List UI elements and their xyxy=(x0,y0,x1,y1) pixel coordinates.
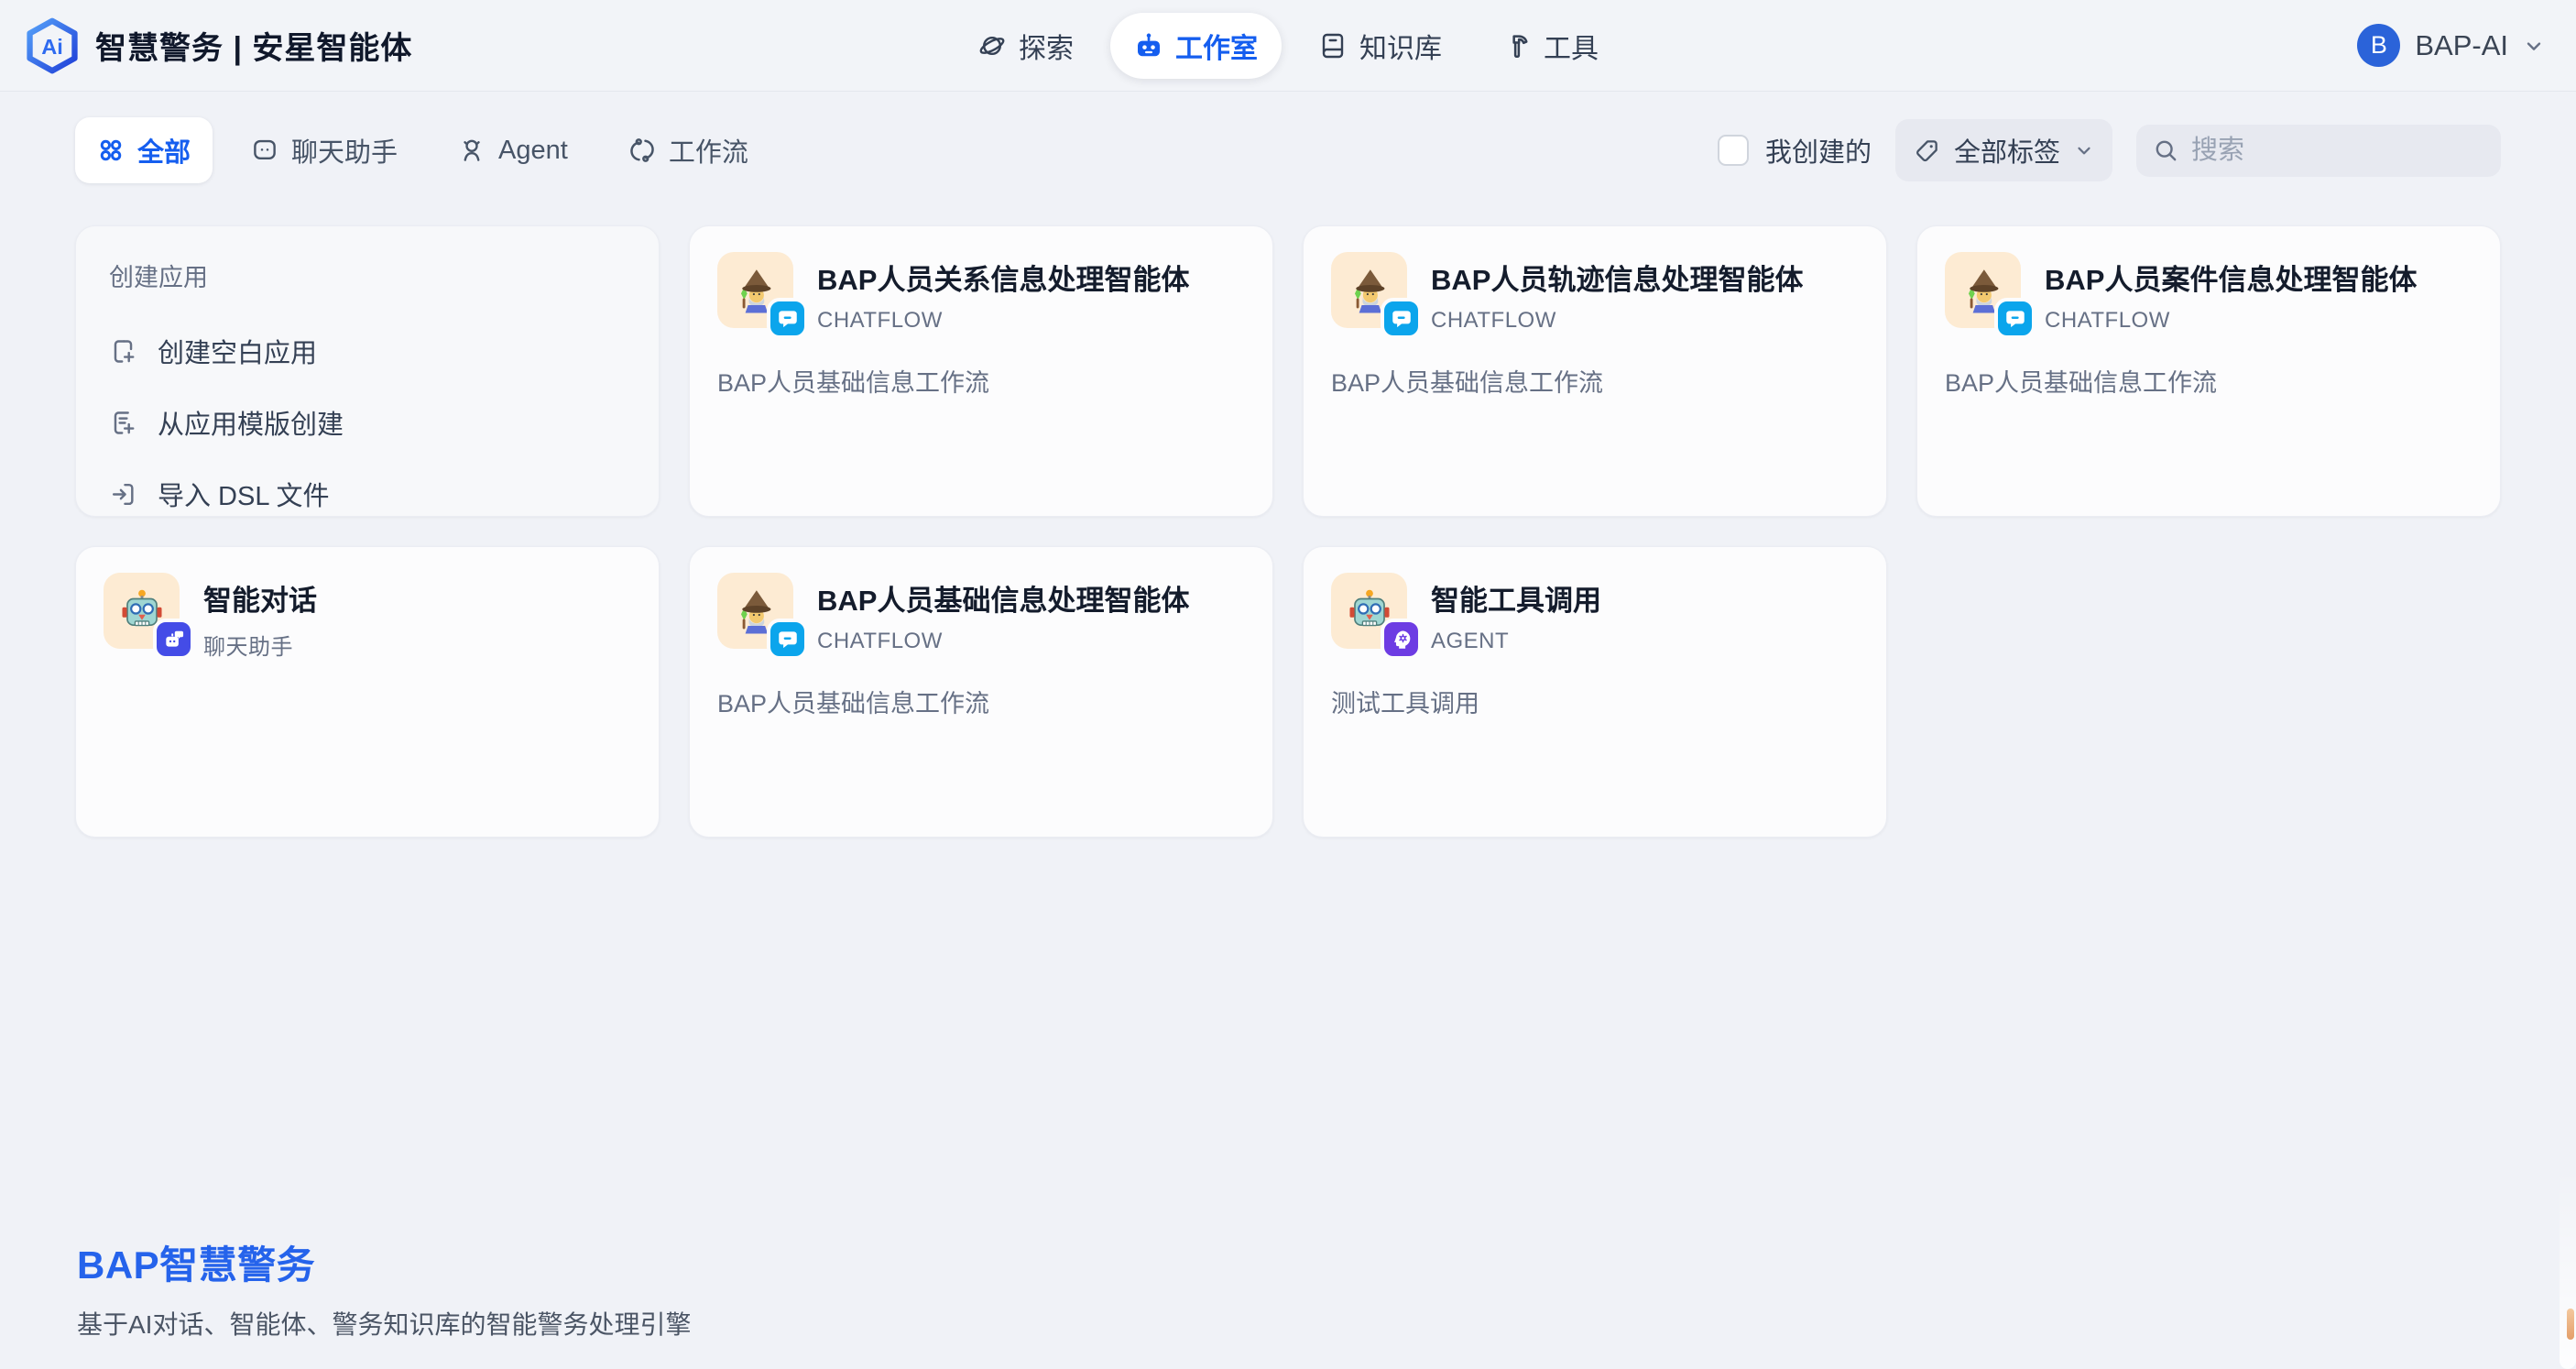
tab-label: Agent xyxy=(498,136,568,166)
tab-agent[interactable]: Agent xyxy=(436,122,590,180)
planet-icon xyxy=(977,31,1007,60)
account-name: BAP-AI xyxy=(2415,29,2508,62)
app-avatar xyxy=(104,573,180,649)
app-card-title: 智能对话 xyxy=(203,577,317,619)
tab-label: 工作流 xyxy=(669,131,748,170)
footer-subtitle: 基于AI对话、智能体、警务知识库的智能警务处理引擎 xyxy=(77,1305,691,1342)
created-by-me-filter[interactable]: 我创建的 xyxy=(1718,131,1872,170)
create-from-template-button[interactable]: 从应用模版创建 xyxy=(109,387,626,458)
tab-workflow[interactable]: 工作流 xyxy=(606,117,770,183)
nav-label: 工具 xyxy=(1544,26,1599,66)
chatflow-badge-icon xyxy=(767,298,808,339)
workflow-icon xyxy=(628,137,656,164)
app-card-type: 聊天助手 xyxy=(203,629,317,661)
chatflow-badge-icon xyxy=(1381,298,1422,339)
tag-filter-dropdown[interactable]: 全部标签 xyxy=(1895,119,2112,181)
scrollbar-thumb[interactable] xyxy=(2567,1309,2574,1340)
account-menu[interactable]: B BAP-AI xyxy=(2357,24,2550,67)
app-card-type: CHATFLOW xyxy=(1431,308,1803,334)
app-card[interactable]: BAP人员关系信息处理智能体 CHATFLOW BAP人员基础信息工作流 xyxy=(689,225,1273,517)
filter-toolbar: 全部 聊天助手 Agent 工作流 xyxy=(75,117,2501,183)
search-icon xyxy=(2153,137,2179,164)
app-card[interactable]: 智能对话 聊天助手 xyxy=(75,546,660,838)
app-card-description: BAP人员基础信息工作流 xyxy=(1945,363,2472,399)
app-avatar xyxy=(1945,252,2021,328)
app-card[interactable]: BAP人员基础信息处理智能体 CHATFLOW BAP人员基础信息工作流 xyxy=(689,546,1273,838)
import-dsl-button[interactable]: 导入 DSL 文件 xyxy=(109,458,626,530)
grid-icon xyxy=(97,137,125,164)
app-card-title: BAP人员轨迹信息处理智能体 xyxy=(1431,257,1803,298)
app-card-description: BAP人员基础信息工作流 xyxy=(717,684,1245,719)
tab-chat-assistant[interactable]: 聊天助手 xyxy=(229,117,420,183)
nav-label: 工作室 xyxy=(1175,26,1258,66)
nav-label: 探索 xyxy=(1019,26,1074,66)
app-card-title: 智能工具调用 xyxy=(1431,577,1601,619)
page-title: 智慧警务 | 安星智能体 xyxy=(95,23,412,68)
app-avatar xyxy=(717,252,793,328)
search-box[interactable] xyxy=(2136,125,2501,177)
created-by-me-checkbox[interactable] xyxy=(1718,135,1749,166)
agent-badge-icon xyxy=(1381,619,1422,660)
chatflow-badge-icon xyxy=(767,619,808,660)
tag-icon xyxy=(1914,137,1940,164)
app-header: Ai 智慧警务 | 安星智能体 探索 工作室 xyxy=(0,0,2576,92)
robot-icon xyxy=(1134,31,1163,60)
app-card-type: CHATFLOW xyxy=(2045,308,2417,334)
app-card-title: BAP人员案件信息处理智能体 xyxy=(2045,257,2417,298)
app-card-title: BAP人员基础信息处理智能体 xyxy=(817,577,1189,619)
app-card[interactable]: 智能工具调用 AGENT 测试工具调用 xyxy=(1303,546,1887,838)
app-avatar xyxy=(1331,573,1407,649)
created-by-me-label: 我创建的 xyxy=(1765,131,1872,170)
create-blank-app-button[interactable]: 创建空白应用 xyxy=(109,315,626,387)
create-app-panel: 创建应用 创建空白应用 从应用模版创建 导入 DSL 文件 xyxy=(75,225,660,517)
chatflow-badge-icon xyxy=(1994,298,2036,339)
page-footer: BAP智慧警务 基于AI对话、智能体、警务知识库的智能警务处理引擎 xyxy=(77,1234,691,1342)
nav-label: 知识库 xyxy=(1359,26,1442,66)
chevron-down-icon xyxy=(2074,140,2094,160)
main-nav: 探索 工作室 知识库 xyxy=(954,13,1622,79)
create-item-label: 导入 DSL 文件 xyxy=(158,475,329,513)
template-plus-icon xyxy=(109,409,137,437)
file-plus-icon xyxy=(109,337,137,366)
book-icon xyxy=(1318,31,1348,60)
create-item-label: 创建空白应用 xyxy=(158,332,317,370)
app-card[interactable]: BAP人员案件信息处理智能体 CHATFLOW BAP人员基础信息工作流 xyxy=(1916,225,2501,517)
tag-filter-label: 全部标签 xyxy=(1954,131,2060,170)
create-app-title: 创建应用 xyxy=(109,257,626,293)
app-grid: 创建应用 创建空白应用 从应用模版创建 导入 DSL 文件 xyxy=(75,225,2501,838)
nav-item-tools[interactable]: 工具 xyxy=(1479,13,1622,79)
avatar[interactable]: B xyxy=(2357,24,2400,67)
app-avatar xyxy=(1331,252,1407,328)
agent-icon xyxy=(458,137,486,164)
scrollbar-track[interactable] xyxy=(2560,1167,2576,1369)
app-card-type: AGENT xyxy=(1431,629,1601,654)
app-card-title: BAP人员关系信息处理智能体 xyxy=(817,257,1189,298)
brand: Ai 智慧警务 | 安星智能体 xyxy=(26,17,412,74)
app-card[interactable]: BAP人员轨迹信息处理智能体 CHATFLOW BAP人员基础信息工作流 xyxy=(1303,225,1887,517)
search-input[interactable] xyxy=(2191,136,2484,166)
app-logo-icon: Ai xyxy=(26,17,79,74)
app-card-type: CHATFLOW xyxy=(817,308,1189,334)
nav-item-knowledge[interactable]: 知识库 xyxy=(1294,13,1466,79)
tab-label: 全部 xyxy=(137,131,191,170)
app-card-description: 测试工具调用 xyxy=(1331,684,1859,719)
category-tabs: 全部 聊天助手 Agent 工作流 xyxy=(75,117,770,183)
tab-all[interactable]: 全部 xyxy=(75,117,213,183)
chat-bubble-icon xyxy=(251,137,278,164)
app-card-description: BAP人员基础信息工作流 xyxy=(717,363,1245,399)
chevron-down-icon xyxy=(2523,35,2545,57)
filter-controls: 我创建的 全部标签 xyxy=(1718,119,2501,181)
svg-text:Ai: Ai xyxy=(41,35,63,59)
app-avatar xyxy=(717,573,793,649)
chat-assistant-badge-icon xyxy=(153,619,194,660)
app-card-type: CHATFLOW xyxy=(817,629,1189,654)
footer-title: BAP智慧警务 xyxy=(77,1234,691,1290)
tab-label: 聊天助手 xyxy=(291,131,398,170)
nav-item-studio[interactable]: 工作室 xyxy=(1110,13,1282,79)
nav-item-explore[interactable]: 探索 xyxy=(954,13,1097,79)
create-item-label: 从应用模版创建 xyxy=(158,403,344,442)
app-card-description: BAP人员基础信息工作流 xyxy=(1331,363,1859,399)
hammer-icon xyxy=(1502,31,1532,60)
import-icon xyxy=(109,480,137,509)
